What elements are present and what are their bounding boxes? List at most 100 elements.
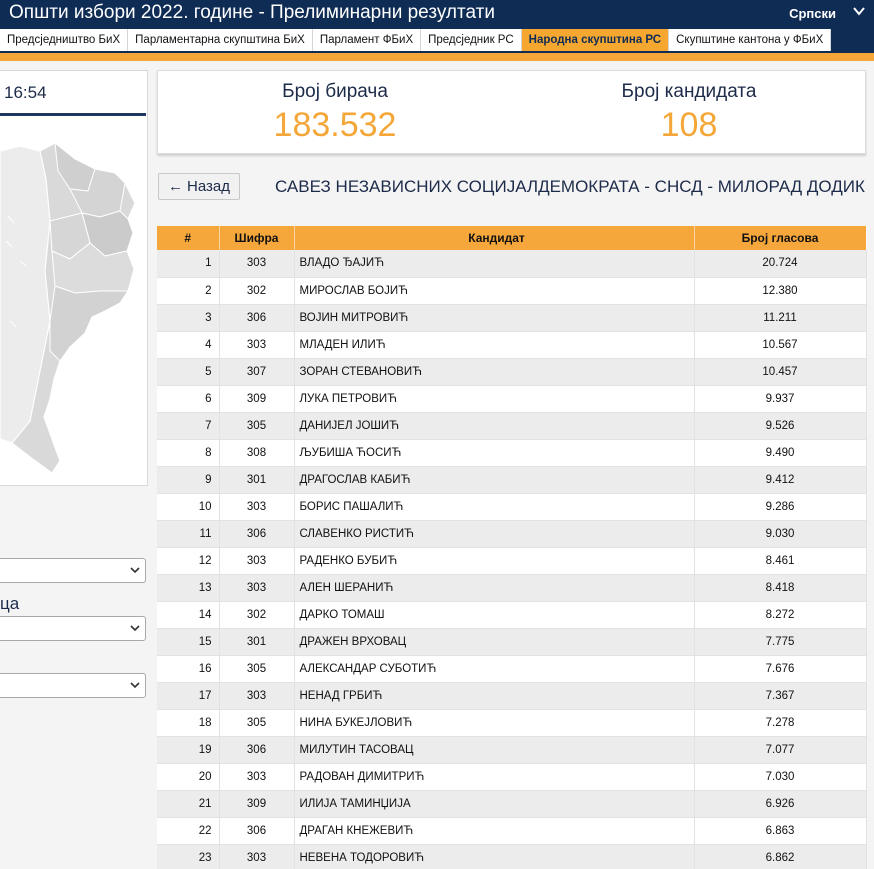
chevron-down-icon (130, 682, 140, 689)
table-row[interactable]: 15 301 ДРАЖЕН ВРХОВАЦ 7.775 (157, 628, 867, 656)
row-number: 11 (157, 520, 220, 548)
candidate-name: МИЛУТИН ТАСОВАЦ (294, 736, 695, 764)
candidate-code: 303 (219, 250, 295, 278)
vote-count: 9.490 (694, 439, 867, 467)
table-row[interactable]: 6 309 ЛУКА ПЕТРОВИЋ 9.937 (157, 385, 867, 413)
table-row[interactable]: 3 306 ВОЈИН МИТРОВИЋ 11.211 (157, 304, 867, 332)
update-time: 16:54 (4, 83, 47, 102)
panel-divider (0, 113, 146, 116)
back-button[interactable]: ← Назад (158, 173, 240, 200)
candidate-name: ЗОРАН СТЕВАНОВИЋ (294, 358, 695, 386)
vote-count: 9.286 (694, 493, 867, 521)
table-row[interactable]: 21 309 ИЛИЈА ТАМИНЏИЈА 6.926 (157, 790, 867, 818)
candidate-name: НИНА БУКЕЈЛОВИЋ (294, 709, 695, 737)
table-row[interactable]: 8 308 ЉУБИША ЋОСИЋ 9.490 (157, 439, 867, 467)
row-number: 15 (157, 628, 220, 656)
stats-panel: Број бирача 183.532 Број кандидата 108 (157, 70, 866, 154)
table-row[interactable]: 19 306 МИЛУТИН ТАСОВАЦ 7.077 (157, 736, 867, 764)
municipality-select[interactable] (0, 558, 146, 583)
tab-3[interactable]: Предсједник РС (421, 29, 522, 51)
candidate-name: МИРОСЛАВ БОЈИЋ (294, 277, 695, 305)
vote-count: 7.676 (694, 655, 867, 683)
table-row[interactable]: 22 306 ДРАГАН КНЕЖЕВИЋ 6.863 (157, 817, 867, 845)
row-number: 12 (157, 547, 220, 575)
candidate-code: 306 (219, 304, 295, 332)
row-number: 3 (157, 304, 220, 332)
row-number: 23 (157, 844, 220, 869)
column-header-candidate[interactable]: Кандидат (294, 226, 695, 250)
table-row[interactable]: 20 303 РАДОВАН ДИМИТРИЋ 7.030 (157, 763, 867, 791)
candidate-code: 305 (219, 709, 295, 737)
tab-0[interactable]: Предсједништво БиХ (0, 29, 129, 51)
polling-station-select[interactable] (0, 616, 146, 641)
vote-count: 6.863 (694, 817, 867, 845)
chevron-down-icon (130, 625, 140, 632)
table-row[interactable]: 18 305 НИНА БУКЕЈЛОВИЋ 7.278 (157, 709, 867, 737)
voters-label: Број бирача (282, 81, 388, 102)
table-row[interactable]: 7 305 ДАНИЈЕЛ ЈОШИЋ 9.526 (157, 412, 867, 440)
candidate-name: РАДОВАН ДИМИТРИЋ (294, 763, 695, 791)
table-row[interactable]: 9 301 ДРАГОСЛАВ КАБИЋ 9.412 (157, 466, 867, 494)
row-number: 20 (157, 763, 220, 791)
page-title: Општи избори 2022. године - Прелиминарни… (9, 2, 495, 23)
map-panel: 16:54 (0, 70, 148, 486)
vote-count: 20.724 (694, 250, 867, 278)
vote-count: 7.077 (694, 736, 867, 764)
vote-count: 10.457 (694, 358, 867, 386)
table-row[interactable]: 12 303 РАДЕНКО БУБИЋ 8.461 (157, 547, 867, 575)
row-number: 13 (157, 574, 220, 602)
candidate-name: БОРИС ПАШАЛИЋ (294, 493, 695, 521)
row-number: 22 (157, 817, 220, 845)
table-row[interactable]: 23 303 НЕВЕНА ТОДОРОВИЋ 6.862 (157, 844, 867, 869)
table-row[interactable]: 4 303 МЛАДЕН ИЛИЋ 10.567 (157, 331, 867, 359)
vote-count: 9.526 (694, 412, 867, 440)
filter-select[interactable] (0, 673, 146, 698)
vote-count: 8.461 (694, 547, 867, 575)
back-label: Назад (187, 178, 230, 195)
vote-count: 9.937 (694, 385, 867, 413)
candidate-code: 305 (219, 655, 295, 683)
chevron-down-icon[interactable] (852, 4, 866, 18)
table-row[interactable]: 13 303 АЛЕН ШЕРАНИЋ 8.418 (157, 574, 867, 602)
tab-2[interactable]: Парламент ФБиХ (313, 29, 422, 51)
language-selector[interactable]: Српски (789, 6, 836, 21)
table-row[interactable]: 5 307 ЗОРАН СТЕВАНОВИЋ 10.457 (157, 358, 867, 386)
voters-stat: Број бирача 183.532 (158, 71, 512, 145)
table-row[interactable]: 14 302 ДАРКО ТОМАШ 8.272 (157, 601, 867, 629)
table-row[interactable]: 11 306 СЛАВЕНКО РИСТИЋ 9.030 (157, 520, 867, 548)
candidate-name: ВЛАДО ЂАЈИЋ (294, 250, 695, 278)
candidate-code: 303 (219, 331, 295, 359)
row-number: 9 (157, 466, 220, 494)
table-row[interactable]: 2 302 МИРОСЛАВ БОЈИЋ 12.380 (157, 277, 867, 305)
candidate-name: СЛАВЕНКО РИСТИЋ (294, 520, 695, 548)
column-header-votes[interactable]: Број гласова (694, 226, 867, 250)
candidate-code: 307 (219, 358, 295, 386)
candidate-code: 309 (219, 385, 295, 413)
tab-5[interactable]: Скупштине кантона у ФБиХ (669, 29, 832, 51)
tab-1[interactable]: Парламентарна скупштина БиХ (128, 29, 313, 51)
arrow-left-icon: ← (168, 178, 183, 195)
candidate-code: 305 (219, 412, 295, 440)
tab-4[interactable]: Народна скупштина РС (521, 29, 670, 51)
candidate-code: 301 (219, 466, 295, 494)
table-row[interactable]: 1 303 ВЛАДО ЂАЈИЋ 20.724 (157, 250, 867, 278)
row-number: 4 (157, 331, 220, 359)
column-header-code[interactable]: Шифра (219, 226, 295, 250)
column-header-number[interactable]: # (157, 226, 220, 250)
candidate-code: 306 (219, 520, 295, 548)
tab-strip: Предсједништво БиХ Парламентарна скупштин… (0, 29, 832, 51)
row-number: 10 (157, 493, 220, 521)
table-row[interactable]: 16 305 АЛЕКСАНДАР СУБОТИЋ 7.676 (157, 655, 867, 683)
candidates-value: 108 (660, 106, 718, 144)
table-row[interactable]: 10 303 БОРИС ПАШАЛИЋ 9.286 (157, 493, 867, 521)
accent-divider (0, 53, 874, 61)
candidate-name: ДАНИЈЕЛ ЈОШИЋ (294, 412, 695, 440)
electoral-unit-map[interactable] (0, 121, 146, 483)
row-number: 5 (157, 358, 220, 386)
row-number: 17 (157, 682, 220, 710)
table-row[interactable]: 17 303 НЕНАД ГРБИЋ 7.367 (157, 682, 867, 710)
chevron-down-icon (130, 567, 140, 574)
row-number: 18 (157, 709, 220, 737)
row-number: 7 (157, 412, 220, 440)
candidate-name: АЛЕКСАНДАР СУБОТИЋ (294, 655, 695, 683)
